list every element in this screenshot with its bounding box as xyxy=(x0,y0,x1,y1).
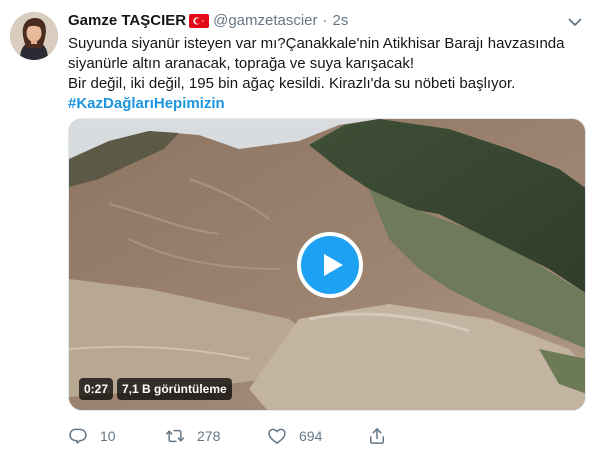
retweet-button[interactable]: 278 xyxy=(165,426,220,446)
avatar-image xyxy=(10,12,58,60)
share-icon xyxy=(370,428,384,444)
author-handle[interactable]: @gamzetascier xyxy=(213,11,317,31)
chevron-down-icon[interactable] xyxy=(566,13,584,31)
tweet-text-line: Bir değil, iki değil, 195 bin ağaç kesil… xyxy=(68,75,516,92)
tweet[interactable]: Gamze TAŞCIER @gamzetascier · 2s Suyunda… xyxy=(0,0,594,458)
tweet-text: Suyunda siyanür isteyen var mı?Çanakkale… xyxy=(68,34,583,114)
video-player[interactable]: 0:27 7,1 B görüntüleme xyxy=(68,118,586,411)
play-icon xyxy=(324,254,343,276)
video-duration-badge: 0:27 xyxy=(79,378,114,400)
tweet-text-line: Suyunda siyanür isteyen var mı?Çanakkale… xyxy=(68,35,565,52)
turkey-flag-icon xyxy=(189,14,210,28)
retweet-icon xyxy=(165,429,185,443)
author-name[interactable]: Gamze TAŞCIER xyxy=(68,11,186,31)
like-button[interactable]: 694 xyxy=(267,426,322,446)
tweet-text-line: siyanürle altın aranacak, toprağa ve suy… xyxy=(68,55,415,72)
header-separator: · xyxy=(322,12,328,29)
tweet-header: Gamze TAŞCIER @gamzetascier · 2s xyxy=(68,11,348,31)
hashtag-link[interactable]: #KazDağlarıHepimizin xyxy=(68,95,225,112)
retweet-count: 278 xyxy=(197,428,221,444)
heart-icon xyxy=(268,428,286,444)
video-views-badge: 7,1 B görüntüleme xyxy=(117,378,232,400)
avatar[interactable] xyxy=(10,12,58,60)
share-button[interactable] xyxy=(367,426,387,446)
like-count: 694 xyxy=(299,428,323,444)
play-button[interactable] xyxy=(297,232,363,298)
reply-icon xyxy=(69,428,87,444)
reply-button[interactable]: 10 xyxy=(68,426,116,446)
reply-count: 10 xyxy=(100,428,116,444)
tweet-timestamp[interactable]: 2s xyxy=(333,11,349,31)
tweet-actions: 10 278 694 xyxy=(68,426,398,448)
